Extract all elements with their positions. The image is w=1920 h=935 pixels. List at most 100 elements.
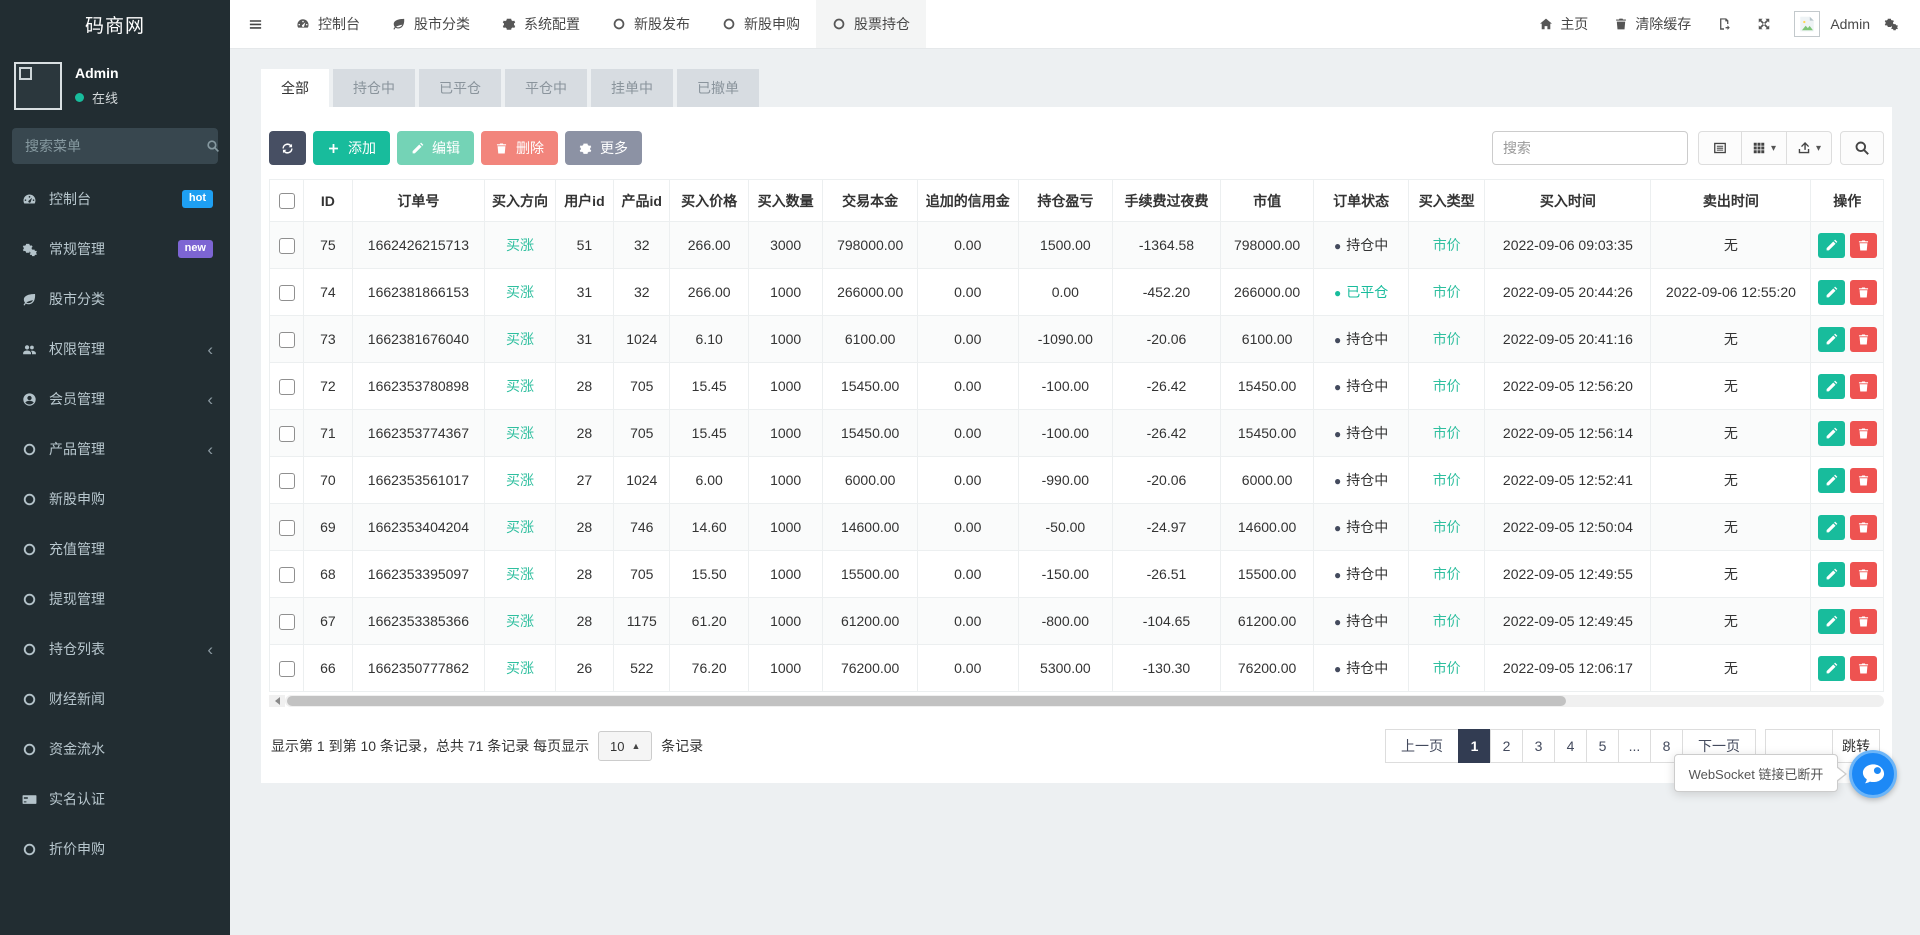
- row-edit-button[interactable]: [1818, 562, 1845, 587]
- sidebar-item-6[interactable]: 新股申购: [0, 474, 230, 524]
- refresh-button[interactable]: [269, 131, 306, 165]
- row-edit-button[interactable]: [1818, 327, 1845, 352]
- sidebar-item-4[interactable]: 会员管理 ‹: [0, 374, 230, 424]
- more-button[interactable]: 更多: [565, 131, 642, 165]
- topnav-item-3[interactable]: 新股发布: [596, 0, 706, 48]
- sidebar-item-2[interactable]: 股市分类: [0, 274, 230, 324]
- export-button[interactable]: ▾: [1787, 131, 1832, 165]
- row-delete-button[interactable]: [1850, 421, 1877, 446]
- topnav-item-4[interactable]: 新股申购: [706, 0, 816, 48]
- delete-button[interactable]: 删除: [481, 131, 558, 165]
- row-checkbox[interactable]: [279, 332, 295, 348]
- row-edit-button[interactable]: [1818, 656, 1845, 681]
- sidebar-item-3[interactable]: 权限管理 ‹: [0, 324, 230, 374]
- prev-page-button[interactable]: 上一页: [1385, 729, 1459, 763]
- sidebar-item-5[interactable]: 产品管理 ‹: [0, 424, 230, 474]
- row-edit-button[interactable]: [1818, 374, 1845, 399]
- row-checkbox[interactable]: [279, 567, 295, 583]
- row-checkbox[interactable]: [279, 661, 295, 677]
- page-button-1[interactable]: 1: [1458, 729, 1491, 763]
- select-all-checkbox[interactable]: [279, 193, 295, 209]
- page-button-3[interactable]: 3: [1522, 729, 1555, 763]
- row-checkbox[interactable]: [279, 379, 295, 395]
- column-header[interactable]: 卖出时间: [1651, 180, 1811, 222]
- column-header[interactable]: 用户id: [555, 180, 613, 222]
- row-delete-button[interactable]: [1850, 280, 1877, 305]
- scrollbar-track[interactable]: [285, 695, 1884, 707]
- sidebar-item-1[interactable]: 常规管理 new: [0, 224, 230, 274]
- sidebar-item-13[interactable]: 折价申购: [0, 824, 230, 874]
- sidebar-item-11[interactable]: 资金流水: [0, 724, 230, 774]
- column-header[interactable]: 交易本金: [823, 180, 918, 222]
- tab-1[interactable]: 持仓中: [333, 69, 415, 107]
- column-header[interactable]: 手续费过夜费: [1113, 180, 1221, 222]
- topnav-item-2[interactable]: 系统配置: [486, 0, 596, 48]
- row-delete-button[interactable]: [1850, 468, 1877, 493]
- columns-button[interactable]: ▾: [1742, 131, 1787, 165]
- page-size-select[interactable]: 10 ▲: [598, 731, 652, 761]
- row-checkbox[interactable]: [279, 285, 295, 301]
- home-link[interactable]: 主页: [1526, 0, 1601, 48]
- page-button-5[interactable]: 5: [1586, 729, 1619, 763]
- column-header[interactable]: 买入方向: [485, 180, 555, 222]
- sidebar-search-input[interactable]: [25, 138, 206, 154]
- sidebar-item-7[interactable]: 充值管理: [0, 524, 230, 574]
- page-button-4[interactable]: 4: [1554, 729, 1587, 763]
- column-header[interactable]: 市值: [1220, 180, 1314, 222]
- row-edit-button[interactable]: [1818, 515, 1845, 540]
- reload-page-icon[interactable]: [1704, 0, 1744, 48]
- row-edit-button[interactable]: [1818, 280, 1845, 305]
- row-delete-button[interactable]: [1850, 609, 1877, 634]
- tab-4[interactable]: 挂单中: [591, 69, 673, 107]
- tab-3[interactable]: 平仓中: [505, 69, 587, 107]
- topnav-item-0[interactable]: 控制台: [280, 0, 376, 48]
- scrollbar-thumb[interactable]: [287, 696, 1566, 706]
- scroll-left-arrow[interactable]: [269, 695, 285, 707]
- column-header[interactable]: 买入数量: [748, 180, 822, 222]
- page-button-2[interactable]: 2: [1490, 729, 1523, 763]
- column-header[interactable]: ID: [304, 180, 352, 222]
- column-header[interactable]: 产品id: [614, 180, 670, 222]
- column-header[interactable]: 操作: [1811, 180, 1884, 222]
- search-button[interactable]: [1840, 131, 1884, 165]
- search-icon[interactable]: [206, 139, 220, 153]
- row-edit-button[interactable]: [1818, 609, 1845, 634]
- row-checkbox[interactable]: [279, 238, 295, 254]
- row-edit-button[interactable]: [1818, 233, 1845, 258]
- tab-5[interactable]: 已撤单: [677, 69, 759, 107]
- edit-button[interactable]: 编辑: [397, 131, 474, 165]
- add-button[interactable]: 添加: [313, 131, 390, 165]
- column-header[interactable]: 订单号: [352, 180, 485, 222]
- row-checkbox[interactable]: [279, 473, 295, 489]
- row-delete-button[interactable]: [1850, 656, 1877, 681]
- row-edit-button[interactable]: [1818, 468, 1845, 493]
- column-header[interactable]: 持仓盈亏: [1018, 180, 1113, 222]
- row-checkbox[interactable]: [279, 614, 295, 630]
- topnav-item-5[interactable]: 股票持仓: [816, 0, 926, 48]
- username-menu[interactable]: Admin: [1822, 0, 1878, 48]
- user-avatar-small[interactable]: [1794, 11, 1820, 37]
- detail-view-button[interactable]: [1698, 131, 1742, 165]
- page-button-...[interactable]: ...: [1618, 729, 1651, 763]
- row-delete-button[interactable]: [1850, 562, 1877, 587]
- sidebar-item-9[interactable]: 持仓列表 ‹: [0, 624, 230, 674]
- hamburger-menu-icon[interactable]: [230, 0, 280, 48]
- sidebar-item-8[interactable]: 提现管理: [0, 574, 230, 624]
- column-header[interactable]: 买入时间: [1485, 180, 1651, 222]
- column-header[interactable]: 订单状态: [1314, 180, 1409, 222]
- column-header[interactable]: 买入价格: [670, 180, 748, 222]
- row-checkbox[interactable]: [279, 520, 295, 536]
- table-search-input[interactable]: [1492, 131, 1688, 165]
- settings-cogs-icon[interactable]: [1878, 0, 1904, 48]
- tab-2[interactable]: 已平仓: [419, 69, 501, 107]
- row-edit-button[interactable]: [1818, 421, 1845, 446]
- fullscreen-icon[interactable]: [1744, 0, 1784, 48]
- brand-logo[interactable]: 码商网: [0, 0, 230, 49]
- column-header[interactable]: 买入类型: [1408, 180, 1484, 222]
- tab-0[interactable]: 全部: [261, 69, 329, 107]
- row-delete-button[interactable]: [1850, 233, 1877, 258]
- clear-cache-link[interactable]: 清除缓存: [1601, 0, 1704, 48]
- chat-bubble-button[interactable]: [1849, 750, 1897, 798]
- sidebar-item-10[interactable]: 财经新闻: [0, 674, 230, 724]
- row-delete-button[interactable]: [1850, 515, 1877, 540]
